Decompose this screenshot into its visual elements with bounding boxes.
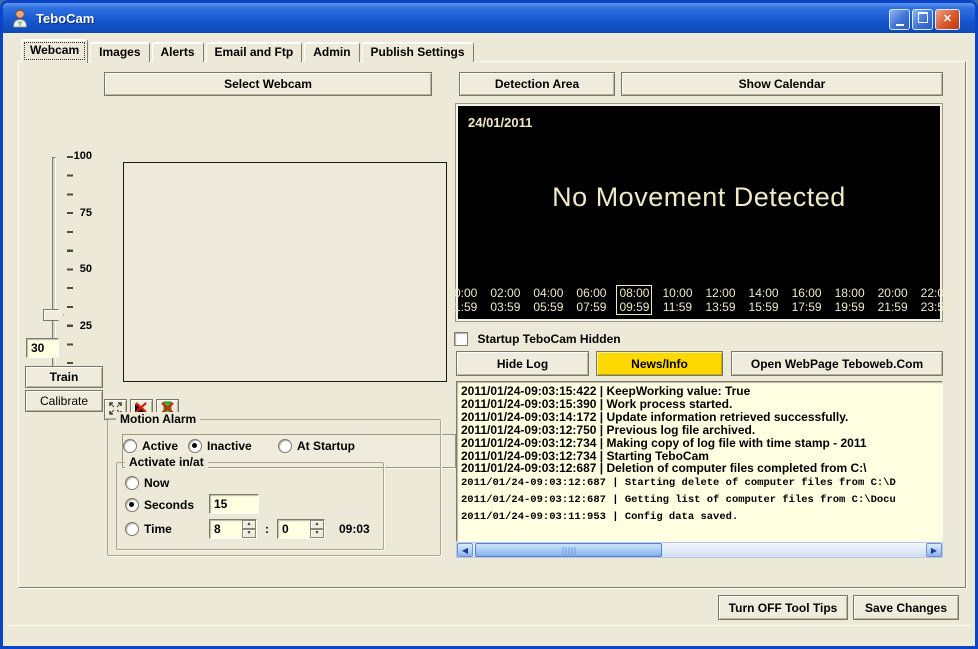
scroll-right-arrow-icon[interactable]: ▶ [926,543,942,557]
time-slot[interactable]: 06:0007:59 [574,286,608,314]
radio-seconds[interactable]: Seconds [125,497,194,515]
log-line: 2011/01/24-09:03:12:734 | Making copy of… [461,437,942,450]
time-slot[interactable]: 08:0009:59 [617,286,651,314]
minute-down-icon[interactable]: ▼ [310,529,324,538]
radio-seconds-circle[interactable] [125,498,139,512]
detection-area-button[interactable]: Detection Area [459,72,615,96]
sensitivity-value-input[interactable] [26,338,59,358]
webcam-preview-area [123,162,447,382]
log-horizontal-scrollbar[interactable]: ◀ ▶ [456,542,943,558]
time-slot[interactable]: 20:0021:59 [876,286,910,314]
minimize-button[interactable] [889,9,910,30]
motion-alarm-group: Motion Alarm Active Inactive At Startup … [107,419,441,556]
hide-log-button[interactable]: Hide Log [456,351,589,376]
scroll-thumb[interactable] [475,543,662,557]
radio-inactive-circle[interactable] [188,439,202,453]
slider-tick-label: 100 [60,150,92,162]
tab-webcam[interactable]: Webcam [21,39,88,63]
hour-up-icon[interactable]: ▲ [242,520,256,529]
motion-alarm-title: Motion Alarm [116,412,200,426]
time-colon: : [265,522,269,536]
scroll-left-arrow-icon[interactable]: ◀ [457,543,473,557]
select-webcam-button[interactable]: Select Webcam [104,72,432,96]
tebocam-person-icon [10,8,30,28]
activate-title: Activate in/at [125,455,208,469]
time-slot[interactable]: 02:0003:59 [488,286,522,314]
radio-active-circle[interactable] [123,439,137,453]
save-changes-button[interactable]: Save Changes [853,595,959,620]
radio-now[interactable]: Now [125,475,169,493]
slider-tick-label: 75 [60,207,92,219]
time-slot[interactable]: 12:0013:59 [704,286,738,314]
tab-images[interactable]: Images [90,42,149,62]
monitor-status: No Movement Detected [458,182,940,213]
radio-time-circle[interactable] [125,522,139,536]
radio-inactive[interactable]: Inactive [188,438,252,456]
seconds-input[interactable] [209,494,259,514]
radio-time[interactable]: Time [125,521,172,539]
slider-labels: 1007550250 [60,150,92,388]
slider-tick-label: 50 [60,263,92,275]
webcam-tab-page: 1007550250 Select Webcam [18,61,966,588]
time-slot[interactable]: 22:0023:59 [919,286,953,314]
time-slot[interactable]: 04:0005:59 [531,286,565,314]
tab-publish-settings[interactable]: Publish Settings [362,42,474,62]
time-slot[interactable]: 18:0019:59 [833,286,867,314]
time-slot[interactable]: 14:0015:59 [747,286,781,314]
radio-at-startup-circle[interactable] [278,439,292,453]
close-button[interactable]: ✕ [935,9,960,30]
time-slot[interactable]: 00:0001:59 [445,286,479,314]
log-line: 2011/01/24-09:03:11:953 | Config data sa… [461,509,942,526]
hour-spinner[interactable]: ▲▼ [209,519,257,539]
time-slot-grid: 00:0001:5902:0003:5904:0005:5906:0007:59… [458,286,940,314]
radio-now-circle[interactable] [125,476,139,490]
log-line: 2011/01/24-09:03:12:687 | Deletion of co… [461,462,942,475]
minute-up-icon[interactable]: ▲ [310,520,324,529]
log-area[interactable]: 2011/01/24-09:03:15:422 | KeepWorking va… [456,381,943,542]
startup-hidden-checkbox[interactable] [454,332,468,346]
startup-hidden-label: Startup TeboCam Hidden [477,332,620,346]
monitor-frame: 24/01/2011 No Movement Detected 00:0001:… [455,103,943,322]
tab-alerts[interactable]: Alerts [152,42,204,62]
app-window: TeboCam ✕ WebcamImagesAlertsEmail and Ft… [0,0,978,649]
log-line: 2011/01/24-09:03:15:390 | Work process s… [461,398,942,411]
time-slot[interactable]: 10:0011:59 [660,286,694,314]
scroll-grip-icon [562,547,575,555]
show-calendar-button[interactable]: Show Calendar [621,72,943,96]
title-bar[interactable]: TeboCam ✕ [3,3,975,33]
train-button[interactable]: Train [25,366,103,388]
open-webpage-button[interactable]: Open WebPage Teboweb.Com [731,351,943,376]
radio-active[interactable]: Active [123,438,178,456]
tooltips-toggle-button[interactable]: Turn OFF Tool Tips [718,595,848,620]
current-time-label: 09:03 [339,522,370,536]
monitor-date: 24/01/2011 [468,115,532,130]
time-slot[interactable]: 16:0017:59 [790,286,824,314]
slider-tick-label: 25 [60,320,92,332]
tab-email-and-ftp[interactable]: Email and Ftp [206,42,303,62]
radio-at-startup[interactable]: At Startup [278,438,355,456]
window-title: TeboCam [36,11,94,26]
activate-group: Activate in/at Now Seconds Time ▲▼ : [116,462,384,550]
log-line: 2011/01/24-09:03:12:687 | Getting list o… [461,492,942,509]
startup-hidden-checkbox-row[interactable]: Startup TeboCam Hidden [454,331,621,349]
log-line: 2011/01/24-09:03:14:172 | Update informa… [461,411,942,424]
log-line: 2011/01/24-09:03:12:750 | Previous log f… [461,424,942,437]
monitor-display: 24/01/2011 No Movement Detected 00:0001:… [458,106,940,319]
minute-spinner[interactable]: ▲▼ [277,519,325,539]
log-line: 2011/01/24-09:03:12:687 | Starting delet… [461,475,942,492]
log-line: 2011/01/24-09:03:15:422 | KeepWorking va… [461,385,942,398]
tab-strip: WebcamImagesAlertsEmail and FtpAdminPubl… [21,39,474,62]
calibrate-button[interactable]: Calibrate [25,390,103,412]
footer-divider [7,625,971,626]
news-info-button[interactable]: News/Info [596,351,723,376]
maximize-button[interactable] [912,9,933,30]
tab-admin[interactable]: Admin [304,42,359,62]
hour-down-icon[interactable]: ▼ [242,529,256,538]
